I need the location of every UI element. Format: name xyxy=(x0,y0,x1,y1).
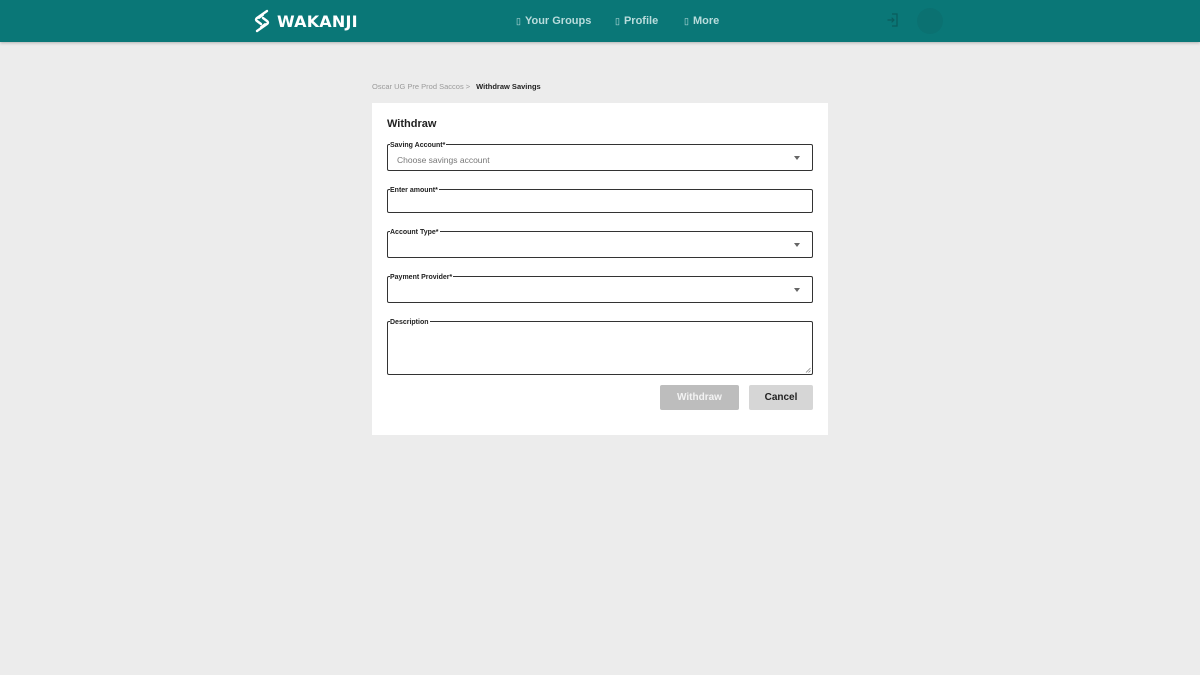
nav-item-profile[interactable]: ▯ Profile xyxy=(615,14,658,28)
amount-input[interactable]: Enter amount* xyxy=(387,187,813,213)
nav-item-label: Your Groups xyxy=(524,15,592,27)
form-title: Withdraw xyxy=(387,118,437,130)
breadcrumb-current: Withdraw Savings xyxy=(476,82,541,91)
saving-account-placeholder: Choose savings account xyxy=(397,155,490,165)
brand-name: WAKANJI xyxy=(277,11,358,31)
saving-account-label: Saving Account* xyxy=(390,142,447,150)
wakanji-logo-icon xyxy=(253,9,271,33)
cancel-button[interactable]: Cancel xyxy=(749,385,813,410)
breadcrumb-parent-link[interactable]: Oscar UG Pre Prod Saccos > xyxy=(372,82,470,91)
description-textarea[interactable]: Description xyxy=(387,319,813,375)
nav-item-label: More xyxy=(692,15,720,27)
brand-logo[interactable]: WAKANJI xyxy=(253,9,358,33)
nav-item-label: Profile xyxy=(623,15,659,27)
missing-glyph-icon: ▯ xyxy=(684,15,689,26)
withdraw-button[interactable]: Withdraw xyxy=(660,385,739,410)
missing-glyph-icon: ▯ xyxy=(615,15,620,26)
account-type-select[interactable]: Account Type* xyxy=(387,229,813,258)
breadcrumb: Oscar UG Pre Prod Saccos > Withdraw Savi… xyxy=(372,82,541,91)
dropdown-caret-icon xyxy=(794,287,800,292)
description-label: Description xyxy=(390,319,430,327)
dropdown-caret-icon xyxy=(794,242,800,247)
payment-provider-select[interactable]: Payment Provider* xyxy=(387,274,813,303)
avatar-icon[interactable] xyxy=(917,8,943,34)
missing-glyph-icon: ▯ xyxy=(516,15,521,26)
dropdown-caret-icon xyxy=(794,155,800,160)
saving-account-select[interactable]: Saving Account* Choose savings account xyxy=(387,142,813,171)
nav-item-your-groups[interactable]: ▯ Your Groups xyxy=(516,14,591,28)
withdraw-form-card: Withdraw Saving Account* Choose savings … xyxy=(372,103,828,435)
account-type-label: Account Type* xyxy=(390,229,440,237)
payment-provider-label: Payment Provider* xyxy=(390,274,454,282)
logout-icon[interactable] xyxy=(886,12,900,28)
amount-label: Enter amount* xyxy=(390,187,439,195)
nav-item-more[interactable]: ▯ More xyxy=(684,14,719,28)
resize-grip-icon[interactable] xyxy=(805,367,811,373)
top-navigation-bar: WAKANJI ▯ Your Groups ▯ Profile ▯ More xyxy=(0,0,1200,42)
